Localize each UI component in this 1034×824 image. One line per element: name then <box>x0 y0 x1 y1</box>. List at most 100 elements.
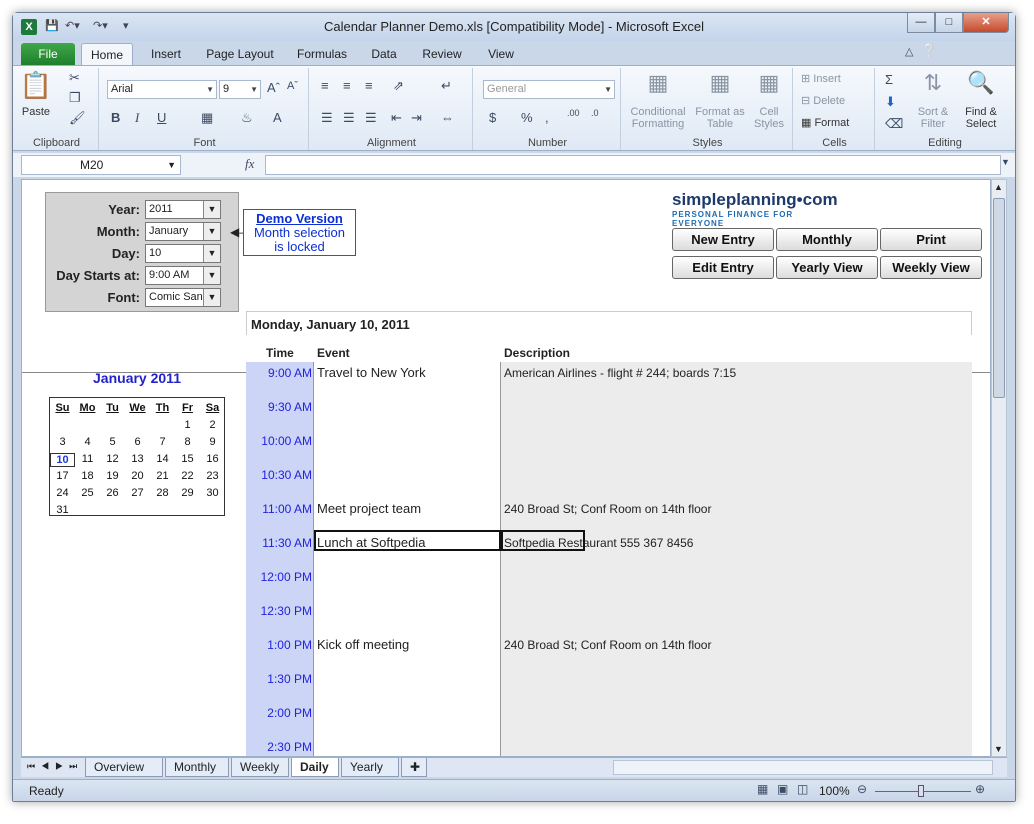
calendar-day[interactable]: 20 <box>125 470 150 482</box>
increase-decimal-icon[interactable]: .00 <box>567 108 580 118</box>
align-right-icon[interactable]: ☰ <box>365 110 377 126</box>
normal-view-icon[interactable]: ▦ <box>757 782 768 796</box>
calendar-day[interactable]: 13 <box>125 453 150 465</box>
borders-icon[interactable]: ▦ <box>201 110 213 126</box>
tab-file[interactable]: File <box>21 43 75 65</box>
fill-icon[interactable]: ⬇ <box>885 94 896 110</box>
calendar-day[interactable]: 27 <box>125 487 150 499</box>
decrease-indent-icon[interactable]: ⇤ <box>391 110 402 126</box>
find-select-button[interactable]: Find & Select <box>959 106 1003 130</box>
calendar-day[interactable]: 28 <box>150 487 175 499</box>
number-format-combo[interactable]: General ▼ <box>483 80 615 99</box>
tab-data[interactable]: Data <box>363 43 405 65</box>
description-cell[interactable]: American Airlines - flight # 244; boards… <box>504 366 964 380</box>
align-left-icon[interactable]: ☰ <box>321 110 333 126</box>
zoom-slider-thumb[interactable] <box>918 785 924 797</box>
calendar-day[interactable]: 6 <box>125 436 150 448</box>
cell-styles-icon[interactable]: ▦ <box>747 70 791 96</box>
yearly-view-button[interactable]: Yearly View <box>776 256 878 279</box>
sheet-tab-overview[interactable]: Overview <box>85 758 163 777</box>
top-align-icon[interactable]: ≡ <box>321 78 329 93</box>
calendar-day[interactable]: 16 <box>200 453 225 465</box>
merge-center-icon[interactable]: ⇔ <box>441 110 454 125</box>
font-name-combo[interactable]: Arial ▼ <box>107 80 217 99</box>
year-select[interactable]: 2011 ▼ <box>145 200 221 219</box>
day-starts-select[interactable]: 9:00 AM ▼ <box>145 266 221 285</box>
formula-input[interactable] <box>265 155 1001 175</box>
tab-home[interactable]: Home <box>81 43 133 65</box>
zoom-in-icon[interactable]: ⊕ <box>975 782 985 796</box>
name-box[interactable]: M20 ▼ <box>21 155 181 175</box>
calendar-day[interactable]: 18 <box>75 470 100 482</box>
calendar-day[interactable]: 1 <box>175 419 200 431</box>
orientation-icon[interactable]: ⇗ <box>393 78 404 94</box>
calendar-day[interactable]: 3 <box>50 436 75 448</box>
font-color-icon[interactable]: A <box>273 110 282 125</box>
minimize-button[interactable]: — <box>907 13 935 33</box>
calendar-day[interactable]: 26 <box>100 487 125 499</box>
calendar-day[interactable]: 11 <box>75 453 100 465</box>
tab-view[interactable]: View <box>479 43 523 65</box>
description-cell[interactable]: 240 Broad St; Conf Room on 14th floor <box>504 502 964 516</box>
calendar-day[interactable]: 12 <box>100 453 125 465</box>
calendar-day[interactable]: 22 <box>175 470 200 482</box>
format-as-table-icon[interactable]: ▦ <box>695 70 745 96</box>
copy-icon[interactable]: ❐ <box>69 90 81 106</box>
calendar-day[interactable]: 31 <box>50 504 75 516</box>
paste-icon[interactable]: 📋 <box>19 70 53 101</box>
scroll-up-icon[interactable]: ▲ <box>994 182 1003 192</box>
expand-formula-icon[interactable]: ▼ <box>1001 157 1010 167</box>
calendar-day[interactable]: 8 <box>175 436 200 448</box>
calendar-day[interactable]: 4 <box>75 436 100 448</box>
format-cells-button[interactable]: ▦ Format <box>801 116 849 129</box>
calendar-day[interactable]: 29 <box>175 487 200 499</box>
help-icon[interactable]: ❔ <box>921 43 937 59</box>
description-cell[interactable]: 240 Broad St; Conf Room on 14th floor <box>504 638 964 652</box>
clear-icon[interactable]: ⌫ <box>885 116 903 132</box>
grow-font-icon[interactable]: Aˆ <box>267 80 280 95</box>
sort-filter-icon[interactable]: ⇅ <box>913 70 953 96</box>
italic-icon[interactable]: I <box>135 110 139 126</box>
font-select[interactable]: Comic Sans ▼ <box>145 288 221 307</box>
calendar-day[interactable]: 15 <box>175 453 200 465</box>
calendar-day[interactable]: 2 <box>200 419 225 431</box>
calendar-day[interactable]: 7 <box>150 436 175 448</box>
cell-styles-button[interactable]: Cell Styles <box>747 106 791 130</box>
format-painter-icon[interactable]: 🖌 <box>69 110 86 126</box>
calendar-day[interactable]: 9 <box>200 436 225 448</box>
vertical-scrollbar[interactable]: ▲ ▼ <box>991 179 1007 757</box>
wrap-text-icon[interactable]: ↵ <box>441 78 452 94</box>
calendar-day[interactable]: 17 <box>50 470 75 482</box>
underline-icon[interactable]: U <box>157 110 166 125</box>
bottom-align-icon[interactable]: ≡ <box>365 78 373 93</box>
autosum-icon[interactable]: Σ <box>885 72 893 87</box>
scroll-down-icon[interactable]: ▼ <box>994 744 1003 754</box>
tab-formulas[interactable]: Formulas <box>291 43 353 65</box>
calendar-day[interactable]: 10 <box>50 453 75 467</box>
calendar-day[interactable]: 19 <box>100 470 125 482</box>
sheet-tab-monthly[interactable]: Monthly <box>165 758 229 777</box>
calendar-day[interactable]: 25 <box>75 487 100 499</box>
sheet-tab-yearly[interactable]: Yearly <box>341 758 399 777</box>
calendar-day[interactable]: 24 <box>50 487 75 499</box>
print-button[interactable]: Print <box>880 228 982 251</box>
horizontal-scrollbar[interactable] <box>613 760 993 775</box>
scroll-thumb[interactable] <box>993 198 1005 398</box>
find-select-icon[interactable]: 🔍 <box>959 70 1003 96</box>
worksheet[interactable]: Year: 2011 ▼ Month: January ▼ Day: 10 ▼ Day… <box>21 179 991 757</box>
format-as-table-button[interactable]: Format as Table <box>695 106 745 130</box>
decrease-decimal-icon[interactable]: .0 <box>591 108 599 118</box>
tab-page-layout[interactable]: Page Layout <box>201 43 279 65</box>
fill-color-icon[interactable]: ♨ <box>241 110 253 126</box>
weekly-view-button[interactable]: Weekly View <box>880 256 982 279</box>
currency-icon[interactable]: $ <box>489 110 496 125</box>
calendar-day[interactable]: 21 <box>150 470 175 482</box>
selected-description-cell[interactable] <box>501 530 585 551</box>
event-cell[interactable]: Kick off meeting <box>317 637 500 652</box>
page-break-view-icon[interactable]: ◫ <box>797 782 808 796</box>
percent-icon[interactable]: % <box>521 110 533 125</box>
conditional-formatting-button[interactable]: Conditional Formatting <box>625 106 691 130</box>
event-cell[interactable]: Meet project team <box>317 501 500 516</box>
cut-icon[interactable]: ✂ <box>69 70 80 86</box>
increase-indent-icon[interactable]: ⇥ <box>411 110 422 126</box>
